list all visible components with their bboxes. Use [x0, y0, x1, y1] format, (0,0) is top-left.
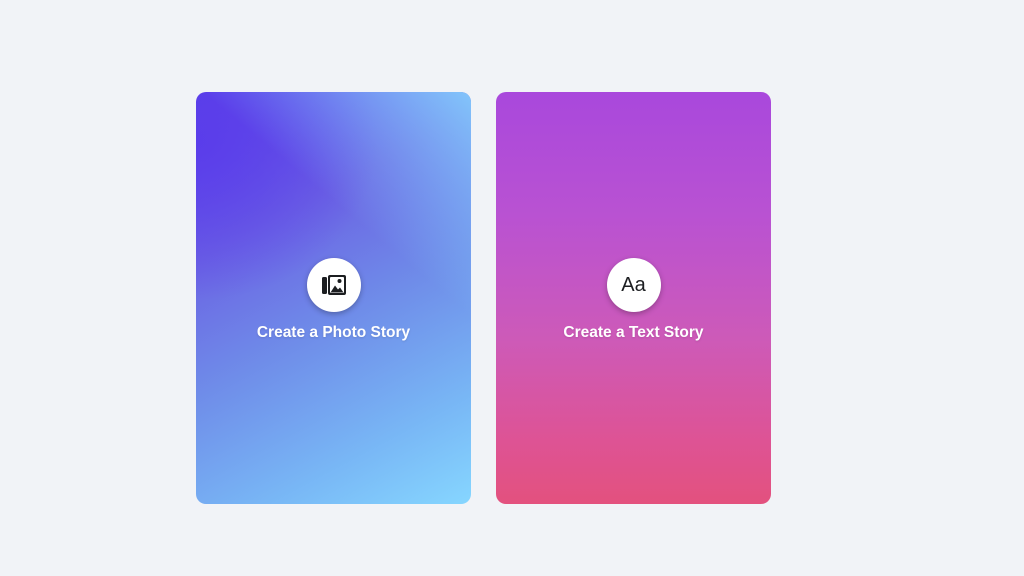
text-story-content: Aa Create a Text Story: [496, 258, 771, 342]
text-story-label: Create a Text Story: [563, 324, 704, 341]
story-creation-page: Create a Photo Story Aa Create a Text St…: [0, 0, 1024, 576]
create-photo-story-card[interactable]: Create a Photo Story: [196, 92, 471, 504]
photo-icon-button[interactable]: [306, 258, 361, 312]
text-icon-button[interactable]: Aa: [606, 258, 661, 312]
photo-gallery-icon: [321, 273, 347, 297]
photo-story-content: Create a Photo Story: [196, 258, 471, 342]
text-aa-icon: Aa: [621, 273, 646, 296]
create-text-story-card[interactable]: Aa Create a Text Story: [496, 92, 771, 504]
photo-story-label: Create a Photo Story: [256, 324, 411, 341]
